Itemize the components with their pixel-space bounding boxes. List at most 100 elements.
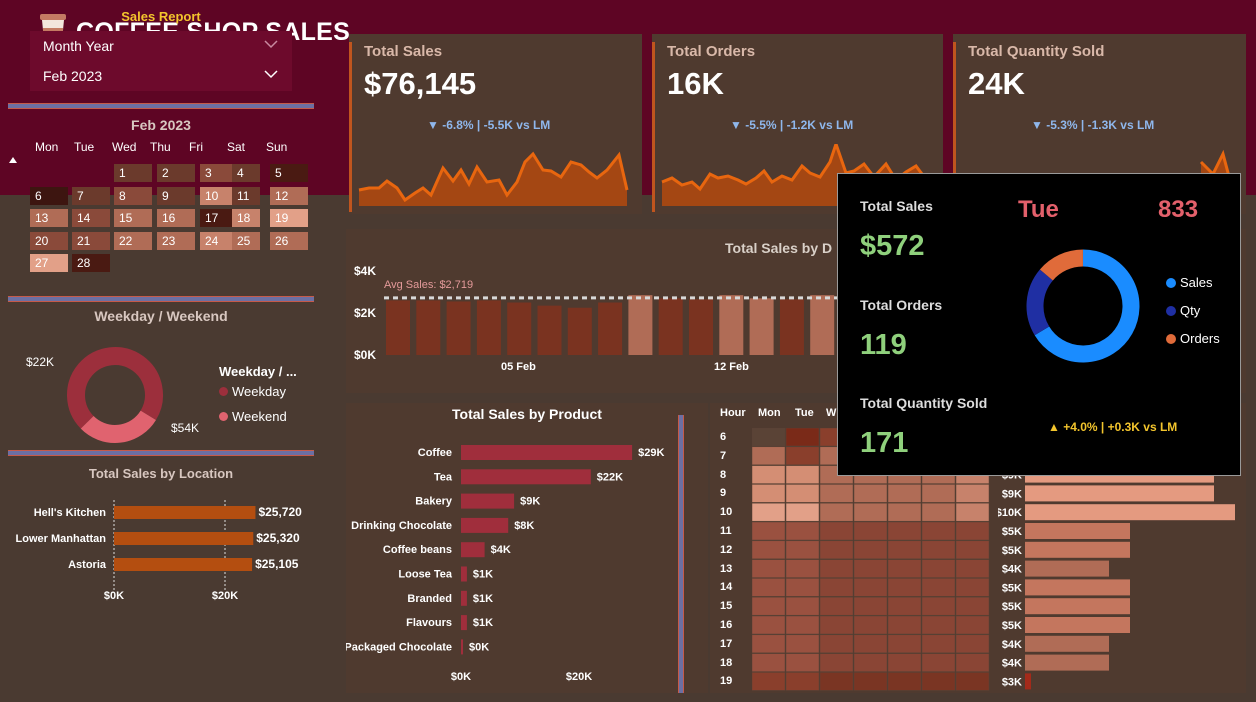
hour-value: $3K: [1002, 676, 1022, 688]
product-sales-panel: Total Sales by Product Coffee $29K Tea $22K…: [346, 403, 708, 693]
heatmap-cell: [921, 578, 956, 597]
legend-dot: [219, 412, 228, 421]
calendar-day-number: 1: [119, 166, 126, 180]
scrollbar[interactable]: [678, 415, 684, 693]
heatmap-header: Mon: [758, 407, 781, 419]
calendar-day[interactable]: 12: [270, 186, 308, 205]
heatmap-cell: [819, 540, 854, 560]
legend-weekday[interactable]: Weekday: [219, 384, 286, 399]
month-year-label: Month Year: [43, 38, 114, 54]
calendar-day[interactable]: 11: [232, 186, 260, 205]
location-bar: [114, 532, 254, 545]
product-label: Loose Tea: [398, 569, 452, 581]
heatmap-hour: 13: [720, 562, 733, 575]
tooltip-donut: [1026, 249, 1140, 363]
heatmap-cell: [752, 502, 786, 522]
x-tick: $0K: [451, 671, 471, 683]
calendar-day-number: 26: [275, 233, 289, 248]
product-bar: [461, 566, 467, 582]
calendar-day[interactable]: 18: [232, 209, 260, 227]
calendar-day[interactable]: 9: [157, 186, 195, 205]
calendar-day[interactable]: 27: [30, 254, 68, 272]
heatmap-cell: [752, 484, 786, 503]
donut-slice: [1039, 249, 1084, 281]
heatmap-hour: 19: [720, 675, 733, 688]
kpi-accent: [349, 42, 352, 212]
heatmap-cell: [785, 653, 820, 672]
heatmap-cell: [887, 484, 922, 503]
calendar-day[interactable]: 8: [114, 186, 152, 205]
heatmap-cell: [785, 559, 820, 578]
heatmap-cell: [819, 653, 854, 672]
calendar-day[interactable]: 23: [157, 231, 195, 250]
tooltip-day-number: 833: [1158, 196, 1199, 223]
calendar-day[interactable]: 14: [72, 209, 110, 227]
heatmap-cell: [819, 596, 854, 616]
calendar-day-number: 24: [205, 233, 219, 248]
calendar-day[interactable]: 26: [270, 231, 308, 250]
legend-dot: [1166, 305, 1176, 316]
calendar-day[interactable]: 22: [114, 231, 152, 250]
heatmap-cell: [921, 672, 956, 691]
calendar-day[interactable]: 5: [270, 164, 308, 182]
tooltip-delta: ▲ +4.0% | +0.3K vs LM: [1048, 420, 1178, 434]
heatmap-cell: [887, 559, 922, 578]
heatmap-cell: [853, 484, 888, 503]
calendar-day-number: 16: [162, 211, 176, 225]
x-tick: $20K: [566, 671, 592, 683]
heatmap-cell: [819, 615, 854, 635]
calendar-day[interactable]: 19: [270, 209, 308, 227]
donut-slice: [1026, 269, 1054, 336]
tooltip-day: Tue: [1018, 196, 1059, 223]
calendar-day[interactable]: 21: [72, 231, 110, 250]
heatmap-cell: [921, 502, 956, 522]
calendar-day[interactable]: 6: [30, 186, 68, 205]
location-label: Astoria: [68, 559, 107, 571]
heatmap-cell: [955, 521, 990, 541]
product-value: $8K: [514, 520, 534, 532]
hour-value: $9K: [1002, 488, 1022, 500]
heatmap-cell: [955, 540, 990, 560]
calendar-day[interactable]: 16: [157, 209, 195, 227]
hour-bar: [1025, 485, 1214, 502]
calendar-day[interactable]: 13: [30, 209, 68, 227]
hour-bar: [1025, 541, 1130, 558]
daily-sales-chart: [384, 295, 846, 355]
legend-weekend-label: Weekend: [232, 409, 287, 424]
calendar-day[interactable]: 2: [157, 164, 195, 182]
daily-bar: [446, 301, 471, 355]
calendar-day[interactable]: 28: [72, 254, 110, 272]
calendar-day[interactable]: 20: [30, 231, 68, 250]
calendar-day[interactable]: 4: [232, 164, 260, 182]
heatmap-cell: [752, 596, 786, 616]
kpi-total-sales[interactable]: Total Sales $76,145 ▼ -6.8% | -5.5K vs L…: [349, 34, 642, 214]
location-title: Total Sales by Location: [88, 466, 234, 481]
heatmap-header: Tue: [795, 407, 814, 419]
calendar-day[interactable]: 7: [72, 186, 110, 205]
product-value: $9K: [520, 496, 540, 508]
month-year-slicer[interactable]: Month Year: [30, 31, 292, 61]
month-dropdown[interactable]: Feb 2023: [30, 61, 292, 91]
legend-dot: [1166, 277, 1176, 288]
heatmap-cell: [887, 502, 922, 522]
legend-weekend[interactable]: Weekend: [219, 409, 287, 424]
chevron-down-icon: [264, 40, 278, 49]
calendar-day-number: 20: [35, 233, 49, 248]
calendar-day[interactable]: 1: [114, 164, 152, 182]
x-tick: $20K: [212, 590, 238, 602]
hour-bar: [1025, 654, 1109, 671]
calendar-day[interactable]: 25: [232, 231, 260, 250]
product-value: $1K: [473, 593, 493, 605]
calendar-day[interactable]: 15: [114, 209, 152, 227]
heatmap-hour: 6: [720, 431, 727, 443]
heatmap-cell: [785, 502, 820, 522]
heatmap-hour: 12: [720, 543, 733, 556]
calendar-day-number: 4: [237, 166, 244, 180]
heatmap-cell: [853, 540, 888, 560]
product-label: Packaged Chocolate: [346, 641, 452, 653]
calendar-day-number: 13: [35, 211, 49, 225]
heatmap-cell: [785, 578, 820, 597]
heatmap-cell: [819, 559, 854, 578]
heatmap-cell: [853, 672, 888, 691]
calendar-day-number: 14: [77, 211, 91, 225]
